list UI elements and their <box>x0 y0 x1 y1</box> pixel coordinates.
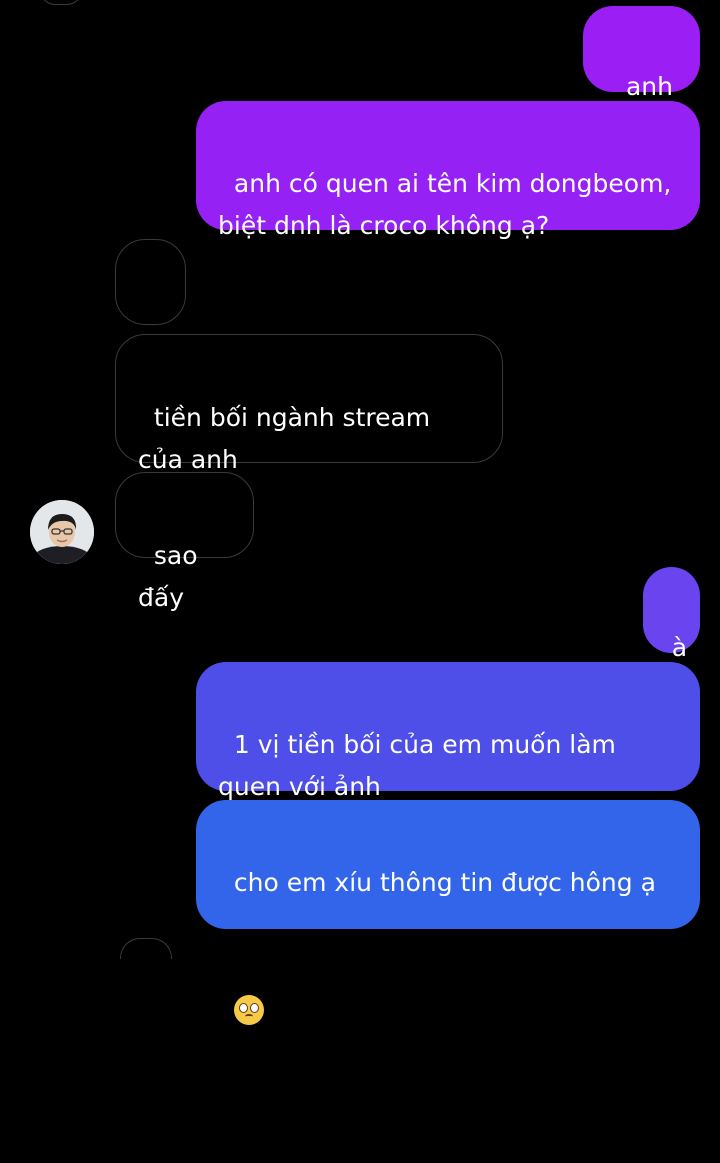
message-text: 1 vị tiền bối của em muốn làm quen với ả… <box>218 730 624 801</box>
message-text: à <box>671 633 688 662</box>
message-text: tiền bối ngành stream của anh <box>138 403 439 474</box>
next-message-edge <box>120 938 172 959</box>
sent-message-bubble[interactable]: anh ơi <box>583 6 700 143</box>
sent-message-bubble[interactable]: à <box>643 567 700 662</box>
pleading-face-emoji <box>233 995 264 1025</box>
received-message-bubble[interactable]: có <box>115 239 186 379</box>
message-text: anh có quen ai tên kim dongbeom, biệt dn… <box>218 169 680 240</box>
previous-message-edge <box>40 0 82 5</box>
received-message-bubble[interactable]: tiền bối ngành stream của anh <box>115 334 503 474</box>
message-text: sao đấy <box>138 541 206 612</box>
sent-message-bubble[interactable]: anh có quen ai tên kim dongbeom, biệt dn… <box>196 101 700 240</box>
message-text: cho em xíu thông tin được hông ạ <box>233 868 656 897</box>
sent-message-bubble[interactable]: cho em xíu thông tin được hông ạ <box>196 800 700 1025</box>
profile-photo-avatar[interactable] <box>30 500 94 564</box>
sent-message-bubble[interactable]: 1 vị tiền bối của em muốn làm quen với ả… <box>196 662 700 801</box>
received-message-bubble[interactable]: sao đấy <box>115 472 254 612</box>
avatar-image <box>30 500 94 564</box>
